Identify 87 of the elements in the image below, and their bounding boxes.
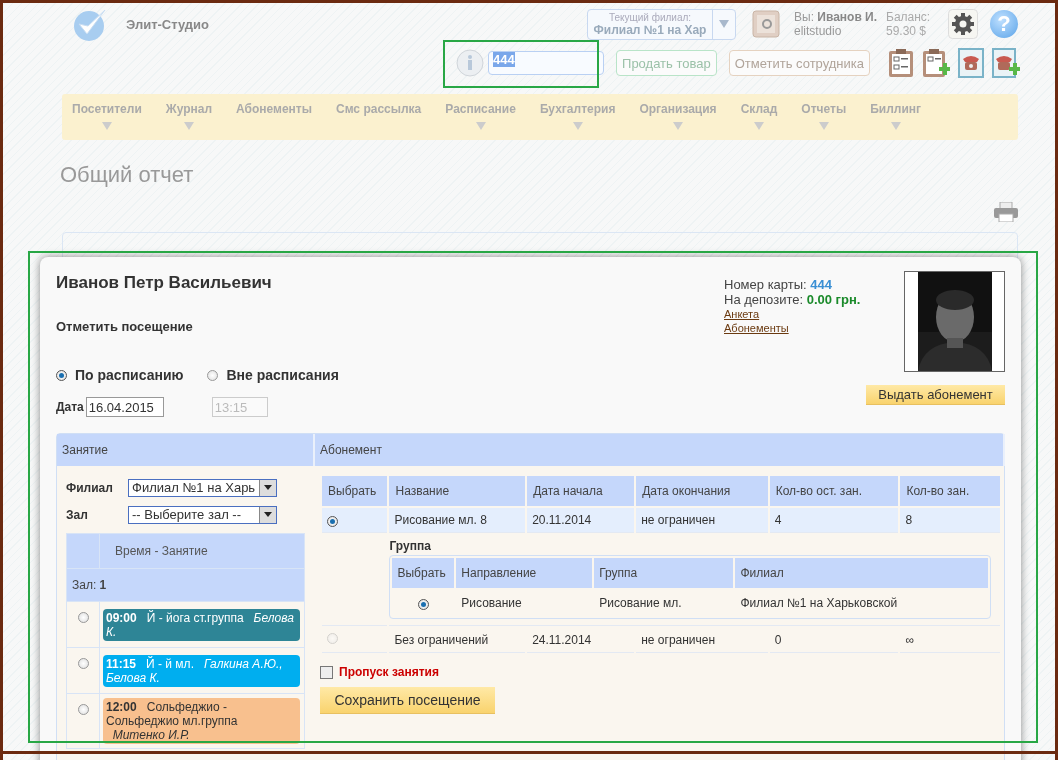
checkbox[interactable] [320,665,333,679]
settings-icon[interactable] [948,9,978,39]
dropdown-arrow-icon [719,20,729,28]
column-header: Кол-во ост. зан. [769,476,899,506]
table-cell: не ограничен [636,628,768,653]
info-icon [456,49,485,77]
field-label: Филиал [66,480,114,495]
logo-text: Элит-Студио [126,16,210,32]
table-cell: 0 [769,628,899,653]
dropdown-arrow-icon [264,512,272,517]
menu-item[interactable]: Биллинг [870,94,934,140]
mode-option[interactable]: По расписанию [56,367,184,383]
search-field[interactable]: 444 [488,51,605,75]
radio-button[interactable] [77,658,89,669]
issue-subscription-button[interactable]: Выдать абонемент [866,385,1005,405]
menu-item[interactable]: Журнал [165,94,225,140]
radio-button[interactable] [77,612,89,623]
radio-button[interactable] [77,704,89,715]
skip-label: Пропуск занятия [339,665,439,679]
profile-link[interactable]: Анкета [724,307,894,321]
menu-item[interactable]: Абонементы [236,94,324,140]
table-cell: Без ограничений [389,628,526,653]
column-header: Направление [456,558,593,588]
hall-dropdown[interactable]: -- Выберите зал -- [128,505,277,524]
radio-button[interactable] [56,369,67,381]
table-cell: 4 [769,508,899,533]
action-button[interactable]: Отметить сотрудника [728,50,870,76]
column-header: Филиал [735,558,989,588]
column-header: Группа [594,558,734,588]
time-field[interactable]: 13:15 [211,397,268,417]
profile-link[interactable]: Абонементы [724,321,894,335]
radio-button[interactable] [327,516,338,527]
menu-item[interactable]: Склад [740,94,790,140]
panel-header: Абонемент [315,434,1005,466]
table-cell: 24.11.2014 [527,628,635,653]
field-label: Зал [66,507,89,522]
branch-selector[interactable]: Текущий филиал: Филиал №1 на Хар [587,8,736,40]
column-header: Выбрать [322,476,388,506]
balance-text: Баланс: 59.30 $ [886,10,932,38]
page-title: Общий отчет [60,162,195,188]
date-field[interactable]: 16.04.2015 [85,397,164,417]
column-header: Время - Занятие [99,533,305,569]
table-cell: не ограничен [636,508,768,533]
clipboard-plus-icon[interactable] [922,48,950,78]
lesson-card[interactable]: 12:00 Сольфеджио - Сольфеджио мл.группа Митенко И.Р. [103,698,300,744]
column-header: Выбрать [392,558,455,588]
column-header: Название [389,476,526,506]
lesson-card[interactable]: 09:00 Й - йога ст.группа Белова К. [103,608,300,641]
branch-dropdown[interactable]: Филиал №1 на Харь [128,478,277,497]
column-header: Дата окончания [636,476,768,506]
user-info: Вы: Иванов И. elitstudio [794,10,879,38]
group-title: Группа [389,538,432,555]
radio-button[interactable] [207,369,219,381]
menu-item[interactable]: Организация [639,94,729,140]
table-cell-text: Филиал №1 на Харьковской [739,595,899,612]
clipboard-icon[interactable] [888,48,914,78]
section-title: Отметить посещение [56,319,194,334]
client-name: Иванов Петр Васильевич [56,273,273,293]
table-cell: 20.11.2014 [527,508,635,533]
radio-button[interactable] [417,599,429,610]
table-cell: ∞ [900,628,1000,653]
date-label: Дата [56,400,84,414]
printer-icon[interactable] [994,202,1018,222]
telephone-plus-icon[interactable] [992,48,1020,78]
panel-header: Занятие [57,434,315,466]
save-button[interactable]: Сохранить посещение [320,687,495,714]
menu-item[interactable]: Посетители [72,94,154,140]
safe-icon[interactable] [752,10,780,38]
telephone-icon[interactable] [958,48,984,78]
action-button[interactable]: Продать товар [616,50,717,76]
menu-item[interactable]: Расписание [445,94,528,140]
menu-item[interactable]: Отчеты [801,94,859,140]
card-number: Номер карты: 444 [724,277,833,292]
table-cell: 8 [900,508,1000,533]
deposit-text: На депозите: 0.00 грн. [724,292,862,307]
table-cell-text: Рисование [460,595,523,612]
table-cell-text: Рисование мл. [598,595,683,612]
menu-item[interactable]: Бухгалтерия [539,94,628,140]
column-header: Дата начала [527,476,635,506]
help-icon[interactable]: ? [990,10,1018,38]
column-header: Кол-во зан. [900,476,1000,506]
table-cell: Рисование мл. 8 [389,508,526,533]
lesson-card[interactable]: 11:15 Й - й мл. Галкина А.Ю., Белова К. [103,654,300,687]
mode-option[interactable]: Вне расписания [207,367,339,383]
dropdown-arrow-icon [264,485,272,490]
menu-item[interactable]: Смс рассылка [336,94,434,140]
hall-header: Зал: 1 [66,568,305,602]
